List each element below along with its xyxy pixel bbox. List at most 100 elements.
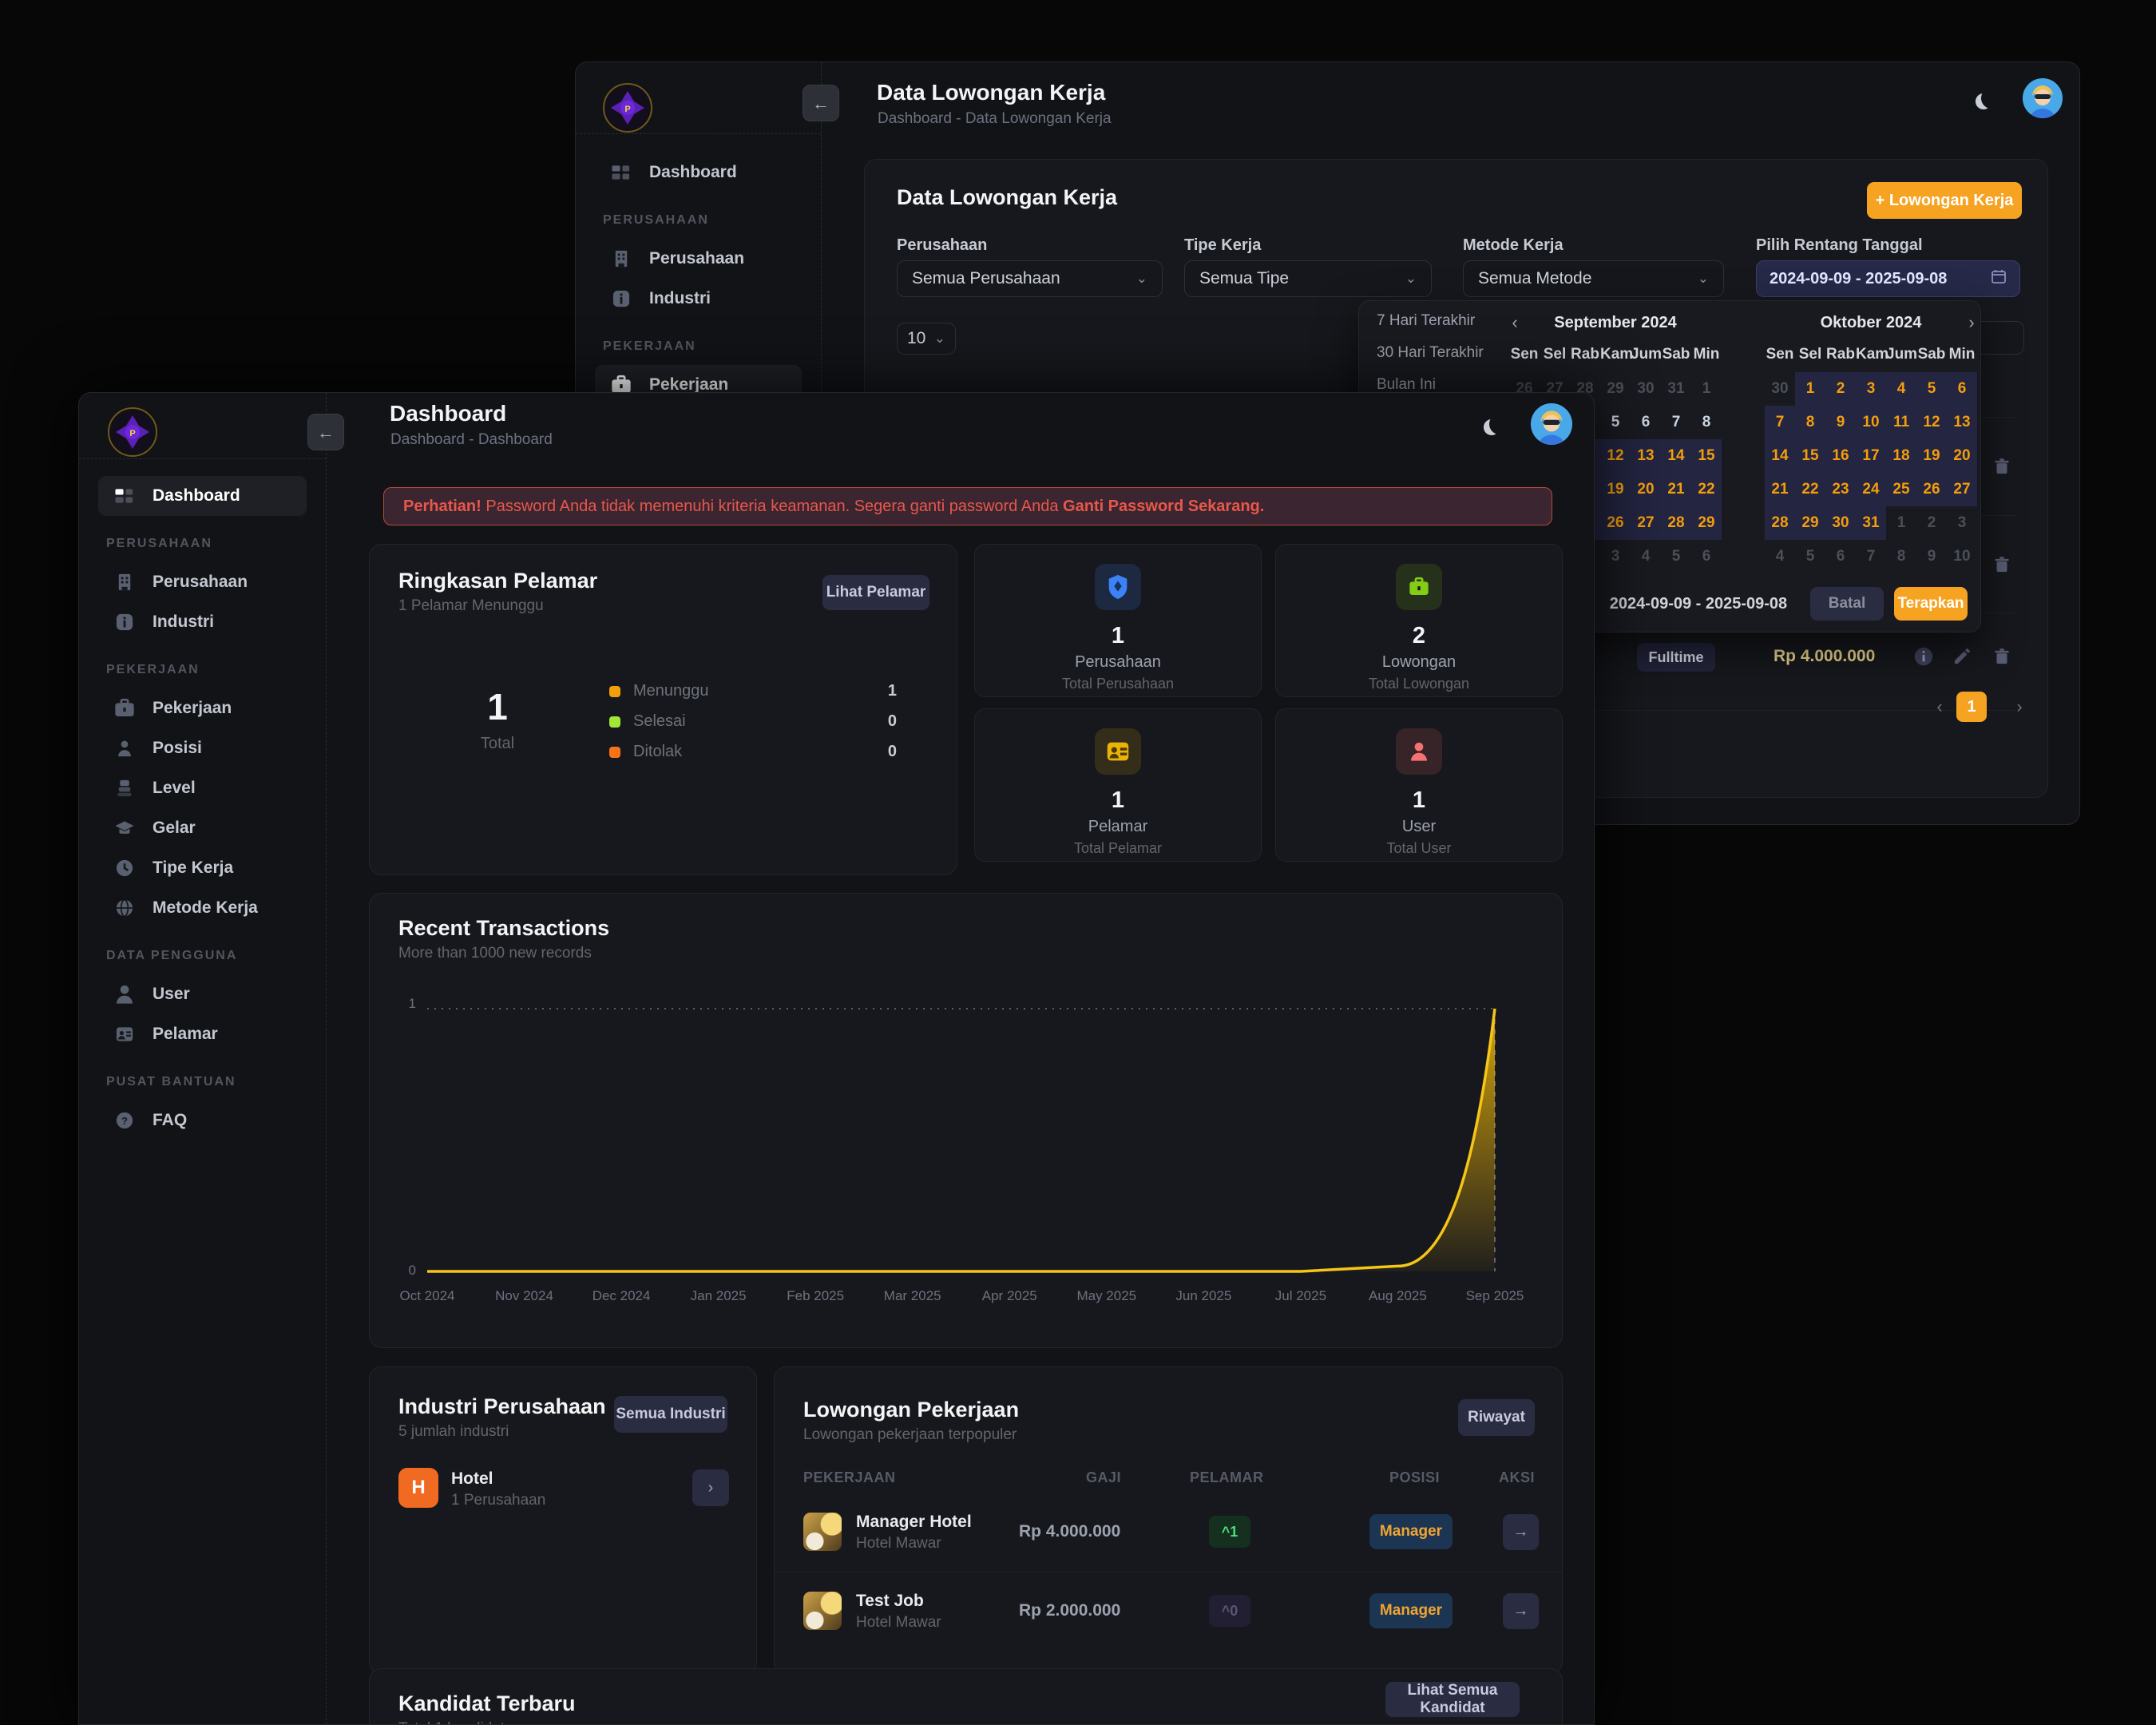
calendar-day[interactable]: 3 bbox=[1947, 506, 1977, 540]
calendar-day[interactable]: 4 bbox=[1886, 372, 1916, 406]
sidebar-item-metode-kerja[interactable]: Metode Kerja bbox=[98, 888, 307, 928]
calendar-day[interactable]: 29 bbox=[1600, 372, 1631, 406]
calendar-day[interactable]: 13 bbox=[1947, 406, 1977, 439]
dark-mode-icon[interactable] bbox=[1488, 412, 1512, 437]
calendar-day[interactable]: 8 bbox=[1886, 540, 1916, 573]
calendar-day[interactable]: 1 bbox=[1795, 372, 1825, 406]
sidebar-collapse-button[interactable]: ← bbox=[803, 85, 839, 121]
calendar-day[interactable]: 26 bbox=[1916, 473, 1947, 506]
calendar-day[interactable]: 3 bbox=[1856, 372, 1886, 406]
sidebar-collapse-button[interactable]: ← bbox=[307, 414, 344, 450]
riwayat-button[interactable]: Riwayat bbox=[1458, 1399, 1535, 1436]
date-preset-option[interactable]: 30 Hari Terakhir bbox=[1377, 344, 1484, 362]
delete-row-button[interactable] bbox=[1988, 551, 2015, 578]
calendar-day[interactable]: 15 bbox=[1795, 439, 1825, 473]
date-preset-option[interactable]: Bulan Ini bbox=[1377, 376, 1436, 394]
filter-select-metode-kerja[interactable]: Semua Metode⌄ bbox=[1463, 260, 1724, 297]
calendar-day[interactable]: 21 bbox=[1765, 473, 1795, 506]
sidebar-item-user[interactable]: User bbox=[98, 974, 307, 1014]
sidebar-item-faq[interactable]: ?FAQ bbox=[98, 1100, 307, 1140]
calendar-day[interactable]: 30 bbox=[1631, 372, 1661, 406]
page-size-select[interactable]: 10⌄ bbox=[897, 323, 956, 355]
job-detail-button[interactable]: → bbox=[1503, 1514, 1539, 1550]
calendar-day[interactable]: 2 bbox=[1825, 372, 1856, 406]
calendar-day[interactable]: 14 bbox=[1661, 439, 1691, 473]
calendar-day[interactable]: 4 bbox=[1631, 540, 1661, 573]
sidebar-item-gelar[interactable]: Gelar bbox=[98, 808, 307, 848]
calendar-day[interactable]: 6 bbox=[1631, 406, 1661, 439]
position-badge[interactable]: Manager bbox=[1369, 1593, 1453, 1628]
sidebar-item-industri[interactable]: Industri bbox=[98, 602, 307, 642]
job-detail-button[interactable]: → bbox=[1503, 1593, 1539, 1629]
delete-row-button[interactable] bbox=[1988, 643, 2015, 670]
sidebar-item-pekerjaan[interactable]: Pekerjaan bbox=[98, 688, 307, 728]
next-month-button[interactable]: › bbox=[1961, 312, 1982, 333]
pagination-prev[interactable]: ‹ bbox=[1927, 693, 1952, 720]
calendar-day[interactable]: 30 bbox=[1765, 372, 1795, 406]
calendar-day[interactable]: 5 bbox=[1661, 540, 1691, 573]
calendar-day[interactable]: 21 bbox=[1661, 473, 1691, 506]
cancel-button[interactable]: Batal bbox=[1810, 587, 1884, 621]
calendar-day[interactable]: 5 bbox=[1916, 372, 1947, 406]
prev-month-button[interactable]: ‹ bbox=[1504, 312, 1525, 333]
calendar-day[interactable]: 10 bbox=[1947, 540, 1977, 573]
calendar-day[interactable]: 6 bbox=[1691, 540, 1722, 573]
calendar-day[interactable]: 12 bbox=[1916, 406, 1947, 439]
change-password-link[interactable]: Ganti Password Sekarang. bbox=[1063, 498, 1264, 515]
calendar-day[interactable]: 9 bbox=[1825, 406, 1856, 439]
dark-mode-icon[interactable] bbox=[1980, 86, 2004, 111]
calendar-day[interactable]: 8 bbox=[1795, 406, 1825, 439]
calendar-day[interactable]: 28 bbox=[1661, 506, 1691, 540]
lihat-pelamar-button[interactable]: Lihat Pelamar bbox=[822, 575, 929, 610]
apply-button[interactable]: Terapkan bbox=[1894, 587, 1968, 621]
calendar-day[interactable]: 22 bbox=[1795, 473, 1825, 506]
pagination-next[interactable]: › bbox=[2007, 693, 2032, 720]
calendar-day[interactable]: 1 bbox=[1886, 506, 1916, 540]
calendar-day[interactable]: 22 bbox=[1691, 473, 1722, 506]
calendar-day[interactable]: 2 bbox=[1916, 506, 1947, 540]
calendar-day[interactable]: 14 bbox=[1765, 439, 1795, 473]
filter-select-perusahaan[interactable]: Semua Perusahaan⌄ bbox=[897, 260, 1163, 297]
calendar-day[interactable]: 6 bbox=[1947, 372, 1977, 406]
edit-row-button[interactable] bbox=[1948, 643, 1976, 670]
calendar-day[interactable]: 27 bbox=[1631, 506, 1661, 540]
sidebar-item-tipe-kerja[interactable]: Tipe Kerja bbox=[98, 848, 307, 888]
calendar-day[interactable]: 29 bbox=[1795, 506, 1825, 540]
calendar-day[interactable]: 24 bbox=[1856, 473, 1886, 506]
calendar-day[interactable]: 16 bbox=[1825, 439, 1856, 473]
sidebar-item-level[interactable]: Level bbox=[98, 768, 307, 808]
calendar-day[interactable]: 20 bbox=[1631, 473, 1661, 506]
calendar-day[interactable]: 5 bbox=[1600, 406, 1631, 439]
calendar-day[interactable]: 5 bbox=[1795, 540, 1825, 573]
calendar-day[interactable]: 11 bbox=[1886, 406, 1916, 439]
calendar-day[interactable]: 12 bbox=[1600, 439, 1631, 473]
semua-industri-button[interactable]: Semua Industri bbox=[614, 1396, 727, 1433]
date-preset-option[interactable]: 7 Hari Terakhir bbox=[1377, 312, 1475, 330]
calendar-day[interactable]: 7 bbox=[1765, 406, 1795, 439]
sidebar-item-pelamar[interactable]: Pelamar bbox=[98, 1014, 307, 1054]
avatar[interactable] bbox=[2023, 78, 2063, 118]
calendar-day[interactable]: 8 bbox=[1691, 406, 1722, 439]
calendar-day[interactable]: 29 bbox=[1691, 506, 1722, 540]
calendar-day[interactable]: 26 bbox=[1600, 506, 1631, 540]
filter-select-tipe-kerja[interactable]: Semua Tipe⌄ bbox=[1184, 260, 1432, 297]
sidebar-item-industri[interactable]: Industri bbox=[595, 279, 802, 319]
calendar-day[interactable]: 19 bbox=[1600, 473, 1631, 506]
calendar-day[interactable]: 27 bbox=[1947, 473, 1977, 506]
calendar-day[interactable]: 31 bbox=[1661, 372, 1691, 406]
calendar-day[interactable]: 28 bbox=[1765, 506, 1795, 540]
calendar-day[interactable]: 9 bbox=[1916, 540, 1947, 573]
date-range-input[interactable]: 2024-09-09 - 2025-09-08 bbox=[1756, 260, 2020, 297]
add-lowongan-button[interactable]: + Lowongan Kerja bbox=[1867, 182, 2022, 219]
sidebar-item-posisi[interactable]: Posisi bbox=[98, 728, 307, 768]
calendar-day[interactable]: 4 bbox=[1765, 540, 1795, 573]
calendar-day[interactable]: 7 bbox=[1856, 540, 1886, 573]
calendar-day[interactable]: 25 bbox=[1886, 473, 1916, 506]
lihat-semua-kandidat-button[interactable]: Lihat Semua Kandidat bbox=[1385, 1682, 1520, 1717]
calendar-day[interactable]: 23 bbox=[1825, 473, 1856, 506]
avatar[interactable] bbox=[1531, 403, 1572, 445]
sidebar-item-perusahaan[interactable]: Perusahaan bbox=[595, 239, 802, 279]
calendar-day[interactable]: 19 bbox=[1916, 439, 1947, 473]
calendar-day[interactable]: 13 bbox=[1631, 439, 1661, 473]
info-row-button[interactable] bbox=[1910, 643, 1937, 670]
